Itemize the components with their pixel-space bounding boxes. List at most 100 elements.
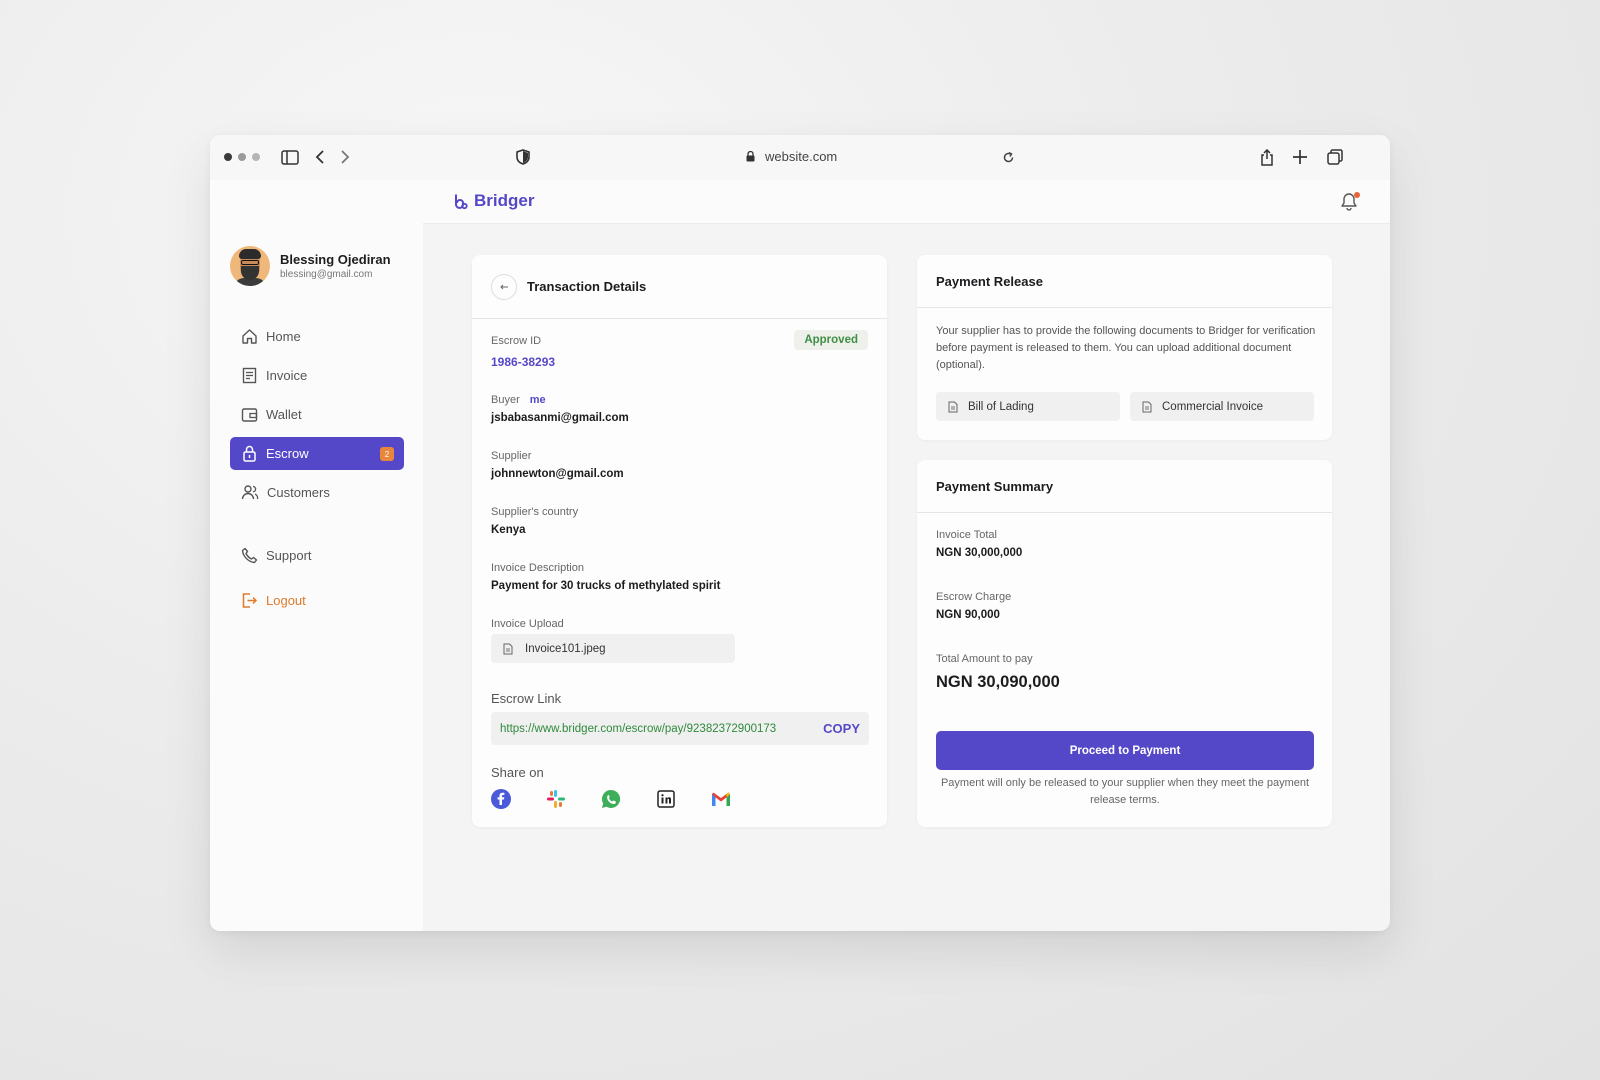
- file-icon: [503, 643, 513, 654]
- invoice-total: NGN 30,000,000: [936, 547, 1023, 559]
- total-amount-field: Total Amount to pay NGN 30,090,000: [936, 653, 1060, 692]
- invoice-upload-field: Invoice Upload: [491, 618, 564, 630]
- invoice-icon: [242, 367, 257, 384]
- sidebar-toggle-icon[interactable]: [280, 147, 300, 167]
- new-tab-icon[interactable]: [1290, 147, 1310, 167]
- sidebar-item-label: Escrow: [266, 446, 309, 461]
- field-label: Buyer: [491, 394, 520, 406]
- sidebar-nav: Home Invoice Wallet Escrow 2 Customers S…: [230, 320, 404, 623]
- gmail-icon[interactable]: [711, 789, 731, 809]
- sidebar-item-customers[interactable]: Customers: [230, 476, 404, 509]
- sidebar-item-logout[interactable]: Logout: [230, 584, 404, 617]
- phone-icon: [241, 547, 258, 564]
- release-instructions: Your supplier has to provide the followi…: [936, 325, 1316, 371]
- minimize-window-dot[interactable]: [238, 153, 246, 161]
- escrow-id-value[interactable]: 1986-38293: [491, 355, 555, 369]
- escrow-link-label: Escrow Link: [491, 691, 562, 706]
- arrow-left-icon: [500, 284, 508, 289]
- logout-icon: [242, 593, 258, 608]
- card-title: Payment Summary: [917, 460, 1332, 513]
- escrow-link-box: https://www.bridger.com/escrow/pay/92382…: [491, 712, 869, 745]
- field-label: Invoice Upload: [491, 618, 564, 630]
- sidebar-item-wallet[interactable]: Wallet: [230, 398, 404, 431]
- document-chip[interactable]: Bill of Lading: [936, 392, 1120, 421]
- sidebar-item-escrow[interactable]: Escrow 2: [230, 437, 404, 470]
- user-name: Blessing Ojediran: [280, 252, 391, 267]
- user-profile[interactable]: Blessing Ojediran blessing@gmail.com: [230, 246, 391, 286]
- escrow-count-badge: 2: [380, 447, 394, 461]
- supplier-country-field: Supplier's country Kenya: [491, 506, 578, 536]
- sidebar: Blessing Ojediran blessing@gmail.com Hom…: [210, 180, 423, 931]
- bridger-logo-icon: [455, 194, 468, 209]
- sidebar-item-label: Support: [266, 548, 312, 563]
- share-icons: [491, 789, 731, 809]
- forward-arrow-icon[interactable]: [335, 147, 355, 167]
- notification-dot: [1354, 192, 1360, 198]
- supplier-country: Kenya: [491, 524, 526, 536]
- field-label: Escrow ID: [491, 335, 542, 347]
- user-email: blessing@gmail.com: [280, 269, 373, 280]
- app-header: Bridger: [423, 180, 1390, 224]
- field-label: Supplier's country: [491, 506, 579, 518]
- back-arrow-icon[interactable]: [310, 147, 330, 167]
- whatsapp-icon[interactable]: [601, 789, 621, 809]
- card-title: Transaction Details: [527, 279, 647, 294]
- brand-name: Bridger: [474, 191, 535, 210]
- copy-button[interactable]: COPY: [823, 721, 860, 736]
- lock-icon: [243, 445, 256, 462]
- close-window-dot[interactable]: [224, 153, 232, 161]
- users-icon: [241, 485, 259, 500]
- sidebar-item-home[interactable]: Home: [230, 320, 404, 353]
- url-text: website.com: [765, 149, 838, 164]
- tabs-overview-icon[interactable]: [1325, 147, 1345, 167]
- file-icon: [1142, 401, 1152, 412]
- sidebar-item-label: Logout: [266, 593, 306, 608]
- supplier-field: Supplier johnnewton@gmail.com: [491, 450, 624, 480]
- maximize-window-dot[interactable]: [252, 153, 260, 161]
- sidebar-item-invoice[interactable]: Invoice: [230, 359, 404, 392]
- wallet-icon: [241, 408, 258, 422]
- sidebar-item-support[interactable]: Support: [230, 539, 404, 572]
- card-header: Transaction Details: [472, 255, 887, 319]
- status-badge: Approved: [794, 330, 868, 350]
- notification-bell[interactable]: [1340, 192, 1360, 212]
- file-icon: [948, 401, 958, 412]
- share-label: Share on: [491, 765, 544, 780]
- document-name: Bill of Lading: [968, 400, 1034, 413]
- payment-summary-card: Payment Summary Invoice Total NGN 30,000…: [917, 460, 1332, 827]
- document-chip[interactable]: Commercial Invoice: [1130, 392, 1314, 421]
- field-label: Invoice Description: [491, 562, 584, 574]
- proceed-to-payment-button[interactable]: Proceed to Payment: [936, 731, 1314, 770]
- sidebar-item-label: Invoice: [266, 368, 308, 383]
- brand-logo[interactable]: Bridger: [453, 191, 534, 211]
- back-button[interactable]: [491, 273, 517, 300]
- sidebar-item-label: Wallet: [266, 407, 302, 422]
- payment-note: Payment will only be released to your su…: [940, 777, 1310, 806]
- share-icon[interactable]: [1257, 147, 1277, 167]
- window-controls: [224, 153, 260, 161]
- shield-icon[interactable]: [513, 147, 533, 167]
- linkedin-icon[interactable]: [656, 789, 676, 809]
- card-title: Payment Release: [917, 255, 1332, 308]
- browser-window: website.com Blessing Ojediran blessing@g…: [210, 135, 1390, 931]
- file-name: Invoice101.jpeg: [525, 642, 606, 655]
- slack-icon[interactable]: [546, 789, 566, 809]
- buyer-field: Buyer me jsbabasanmi@gmail.com: [491, 394, 629, 424]
- transaction-details-card: Transaction Details Approved Escrow ID 1…: [472, 255, 887, 827]
- invoice-description-field: Invoice Description Payment for 30 truck…: [491, 562, 720, 592]
- supplier-email: johnnewton@gmail.com: [491, 468, 624, 480]
- reload-icon[interactable]: [998, 147, 1018, 167]
- invoice-description: Payment for 30 trucks of methylated spir…: [491, 580, 721, 592]
- invoice-total-field: Invoice Total NGN 30,000,000: [936, 529, 1022, 559]
- facebook-icon[interactable]: [491, 789, 511, 809]
- escrow-id-field: Escrow ID 1986-38293: [491, 335, 555, 369]
- escrow-link[interactable]: https://www.bridger.com/escrow/pay/92382…: [500, 723, 776, 735]
- field-label: Invoice Total: [936, 529, 997, 541]
- invoice-file[interactable]: Invoice101.jpeg: [491, 634, 735, 663]
- buyer-email: jsbabasanmi@gmail.com: [491, 412, 629, 424]
- address-bar[interactable]: website.com: [746, 149, 837, 164]
- buyer-me-tag: me: [529, 394, 546, 406]
- lock-icon: [746, 151, 755, 162]
- avatar: [230, 246, 270, 286]
- payment-release-card: Payment Release Your supplier has to pro…: [917, 255, 1332, 440]
